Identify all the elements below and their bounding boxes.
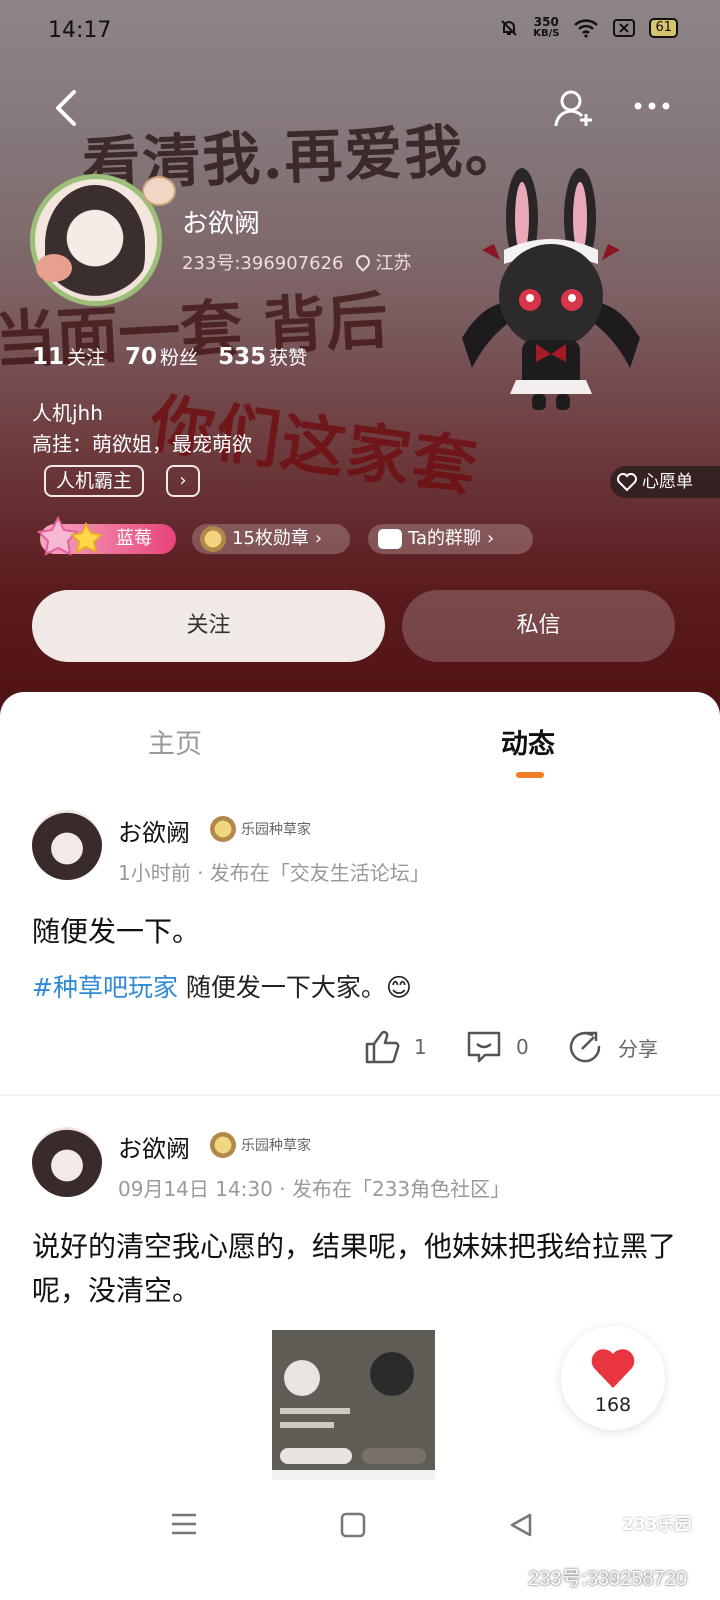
- nav-back-icon[interactable]: [508, 1512, 534, 1538]
- post-subtext: #种草吧玩家 随便发一下大家。😊: [32, 968, 412, 1004]
- avatar-frame-decoration-cat: [142, 176, 176, 206]
- badge-icon: [210, 1132, 236, 1158]
- group-chat-label: Ta的群聊: [408, 528, 482, 549]
- share-icon: [569, 1031, 601, 1063]
- medals-label: 15枚勋章: [232, 528, 309, 549]
- level-chip[interactable]: 蓝莓: [36, 515, 176, 556]
- badge-icon: [210, 816, 236, 842]
- mute-bell-icon: [501, 20, 517, 36]
- more-options-icon[interactable]: [632, 96, 672, 116]
- status-time: 14:17: [48, 18, 112, 43]
- sim-icon: [613, 19, 636, 37]
- location-icon: [352, 252, 373, 272]
- profile-tag[interactable]: 人机霸主: [44, 465, 145, 497]
- floating-like-button[interactable]: 168: [561, 1326, 665, 1430]
- share-button[interactable]: 分享: [568, 1030, 658, 1064]
- chat-bubble-icon: [378, 529, 402, 549]
- post-divider: [0, 1094, 720, 1096]
- status-bar: 14:17 350 KB/S 61: [0, 0, 720, 64]
- post-author-name[interactable]: お欲阙: [118, 1129, 190, 1164]
- likes-count: 535: [218, 344, 267, 370]
- comment-button[interactable]: 0: [466, 1030, 529, 1064]
- like-button[interactable]: 1: [364, 1030, 427, 1064]
- wishlist-label: 心愿单: [642, 472, 693, 492]
- stat-fans[interactable]: 70 粉丝: [125, 343, 198, 370]
- thumbs-up-icon: [365, 1030, 400, 1064]
- message-button[interactable]: 私信: [402, 590, 675, 662]
- profile-avatar[interactable]: [26, 170, 176, 310]
- avatar-character-rabbit[interactable]: [452, 168, 650, 416]
- tab-home[interactable]: 主页: [148, 722, 202, 761]
- net-speed-unit: KB/S: [533, 28, 560, 39]
- floating-like-count: 168: [594, 1394, 632, 1416]
- post-subtext-body: 随便发一下大家。😊: [177, 973, 412, 1002]
- level-star-icon: [36, 515, 104, 556]
- share-label: 分享: [618, 1036, 658, 1061]
- post-meta[interactable]: 09月14日 14:30 · 发布在「233角色社区」: [118, 1173, 510, 1202]
- chevron-right-icon: ›: [487, 528, 495, 549]
- heart-icon: [591, 1349, 635, 1388]
- watermark-logo: 233乐园: [622, 1515, 692, 1535]
- profile-id[interactable]: 233号:396907626: [182, 249, 344, 275]
- post-hashtag[interactable]: #种草吧玩家: [32, 973, 178, 1002]
- nav-home-icon[interactable]: [340, 1512, 366, 1538]
- chevron-right-icon: ›: [314, 528, 323, 549]
- like-count: 1: [414, 1035, 427, 1059]
- bio-line-2: 高挂：萌欲姐，最宠萌欲: [32, 432, 252, 456]
- post-text[interactable]: 说好的清空我心愿的，结果呢，他妹妹把我给拉黑了呢，没清空。: [32, 1225, 688, 1313]
- avatar-frame-decoration-left: [36, 254, 72, 282]
- profile-nickname: お欲阙: [182, 209, 261, 239]
- bio-line-1: 人机jhh: [32, 401, 103, 425]
- post-author-avatar[interactable]: [32, 810, 102, 880]
- net-speed: 350 KB/S: [533, 16, 559, 40]
- following-label: 关注: [67, 347, 106, 369]
- fans-label: 粉丝: [160, 347, 199, 369]
- following-count: 11: [32, 344, 65, 370]
- profile-location: 江苏: [375, 253, 412, 274]
- fans-count: 70: [125, 344, 158, 370]
- add-friend-icon[interactable]: [552, 86, 596, 130]
- group-chat-chip[interactable]: Ta的群聊 ›: [368, 524, 533, 554]
- heart-outline-icon: [617, 473, 637, 492]
- follow-button[interactable]: 关注: [32, 590, 385, 662]
- thumbnail-screenshot-image: [272, 1330, 435, 1480]
- avatar-image: [45, 185, 145, 301]
- likes-label: 获赞: [269, 347, 308, 369]
- net-speed-value: 350: [533, 15, 559, 29]
- post-author-name[interactable]: お欲阙: [118, 813, 190, 848]
- stat-likes[interactable]: 535 获赞: [218, 343, 307, 370]
- status-icons: 350 KB/S 61: [499, 16, 678, 40]
- comment-count: 0: [516, 1035, 529, 1059]
- profile-stats: 11 关注 70 粉丝 535 获赞: [32, 343, 307, 370]
- post-meta[interactable]: 1小时前 · 发布在「交友生活论坛」: [118, 857, 430, 886]
- badge-label: 乐园种草家: [241, 822, 311, 838]
- battery-indicator: 61: [649, 18, 678, 38]
- nav-menu-icon[interactable]: [170, 1512, 198, 1536]
- post-author-badge: 乐园种草家: [210, 816, 311, 842]
- medals-chip[interactable]: 15枚勋章 ›: [192, 524, 350, 554]
- level-label: 蓝莓: [116, 528, 152, 549]
- post-image-thumbnail[interactable]: [272, 1330, 435, 1480]
- tag-expand-button[interactable]: ›: [166, 465, 200, 497]
- wishlist-button[interactable]: 心愿单: [610, 466, 720, 498]
- comment-icon: [467, 1031, 501, 1063]
- post-text[interactable]: 随便发一下。: [32, 910, 688, 954]
- tab-feed[interactable]: 动态: [501, 722, 555, 761]
- profile-id-line: 233号:396907626 江苏: [182, 249, 412, 275]
- watermark-text: 233号:339258720: [528, 1568, 688, 1590]
- badge-label: 乐园种草家: [241, 1138, 311, 1154]
- post-author-badge: 乐园种草家: [210, 1132, 311, 1158]
- medal-icon: [200, 526, 226, 552]
- stat-following[interactable]: 11 关注: [32, 343, 105, 370]
- wifi-icon: [574, 19, 599, 38]
- post-author-avatar[interactable]: [32, 1127, 102, 1197]
- active-tab-indicator: [516, 772, 544, 778]
- back-arrow-icon[interactable]: [50, 88, 84, 128]
